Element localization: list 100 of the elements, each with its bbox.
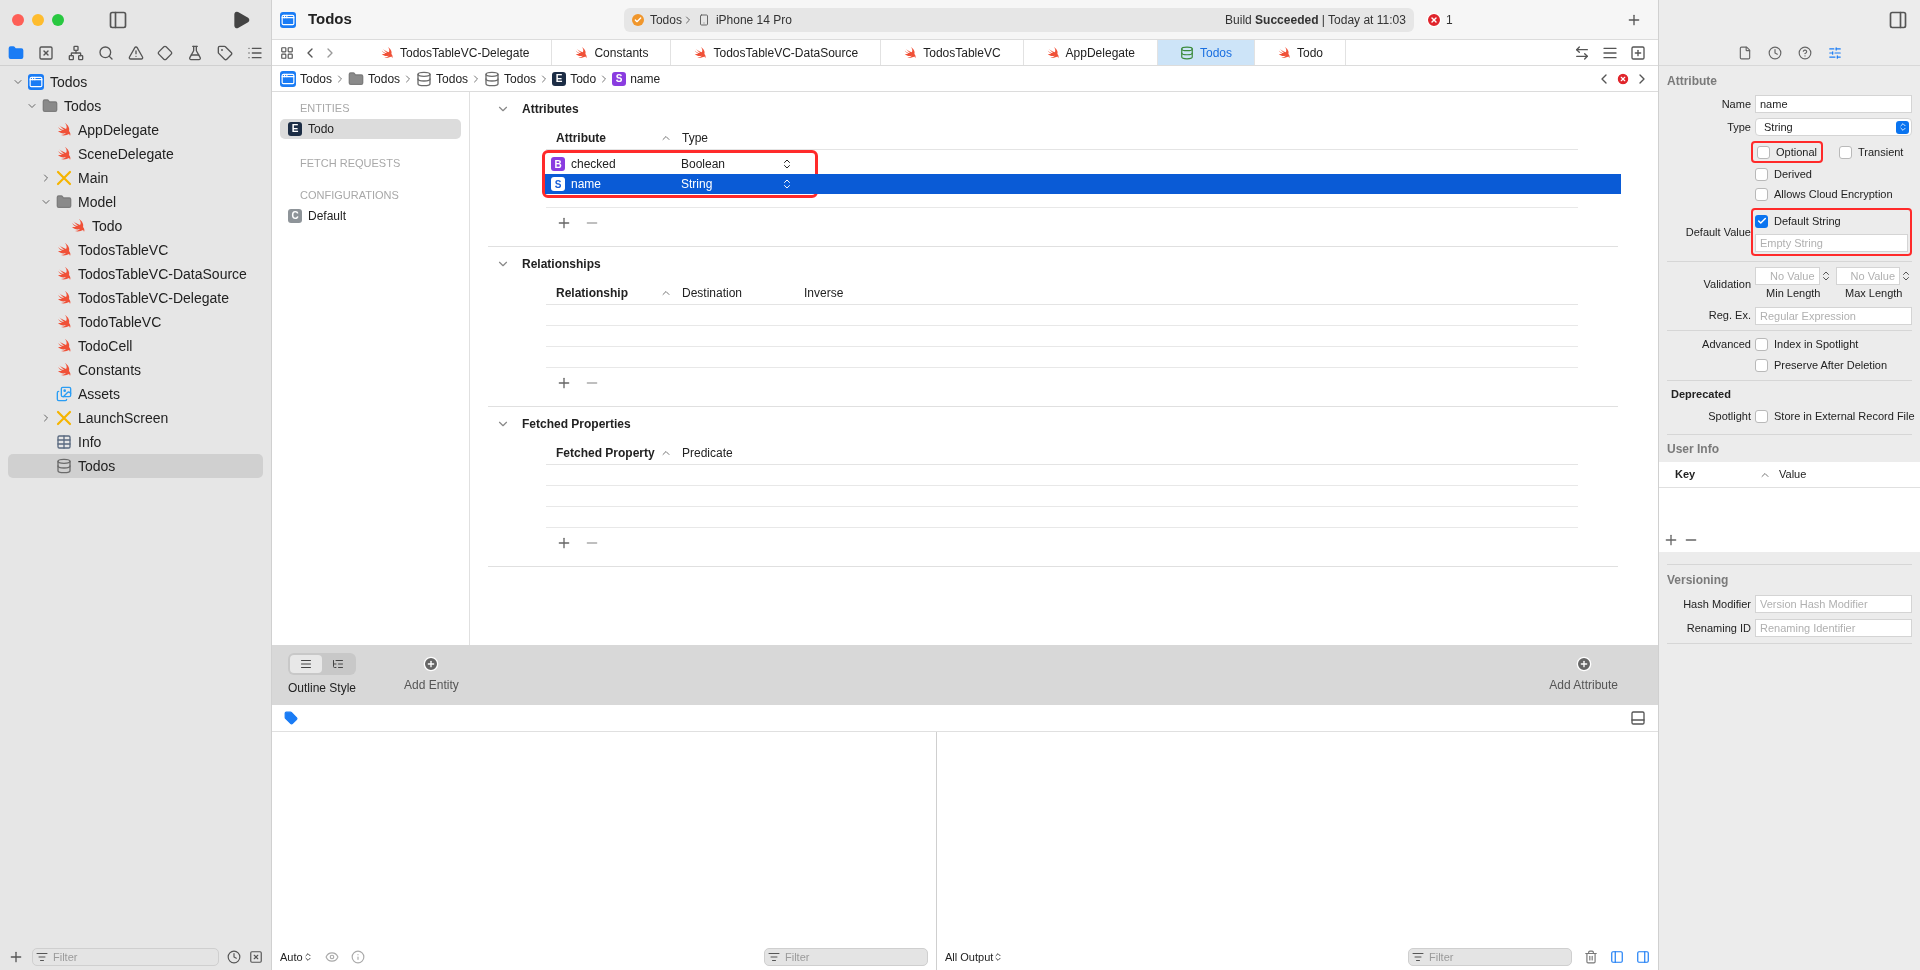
- inspector-toggle-icon[interactable]: [1888, 10, 1908, 30]
- info-icon[interactable]: [350, 950, 365, 964]
- navigator-item[interactable]: Todo: [8, 214, 263, 238]
- text-field[interactable]: Regular Expression: [1755, 306, 1912, 325]
- editor-tab[interactable]: TodosTableVC-Delegate: [358, 40, 553, 65]
- filter-field[interactable]: Filter: [32, 948, 219, 966]
- text-field[interactable]: Renaming Identifier: [1755, 619, 1912, 637]
- tag-icon[interactable]: [217, 44, 234, 61]
- type-popup[interactable]: Boolean: [671, 155, 793, 173]
- sidebar-toggle-icon[interactable]: [108, 10, 128, 30]
- stepper-icon[interactable]: [1900, 270, 1912, 282]
- navigator-item[interactable]: Todos: [8, 94, 263, 118]
- warning-icon[interactable]: [127, 44, 144, 61]
- editor-tab[interactable]: TodosTableVC-DataSource: [671, 40, 882, 65]
- add-icon[interactable]: [556, 535, 572, 551]
- column-header[interactable]: Fetched Property: [556, 443, 655, 462]
- navigator-item[interactable]: Model: [8, 190, 263, 214]
- navigator-item[interactable]: AppDelegate: [8, 118, 263, 142]
- filter-field[interactable]: Filter: [764, 948, 928, 966]
- checkbox[interactable]: [1839, 145, 1852, 159]
- text-field[interactable]: Version Hash Modifier: [1755, 595, 1912, 613]
- tag-icon[interactable]: [284, 711, 298, 725]
- device-name[interactable]: iPhone 14 Pro: [715, 10, 792, 29]
- add-icon[interactable]: [556, 215, 572, 231]
- checkbox[interactable]: [1757, 145, 1770, 159]
- breadcrumb-item[interactable]: Todos: [368, 69, 401, 88]
- column-header[interactable]: Type: [682, 128, 708, 147]
- scheme-icon[interactable]: [631, 13, 644, 26]
- entity-item[interactable]: C Default: [280, 205, 461, 226]
- file-icon[interactable]: [1737, 45, 1752, 60]
- add-icon[interactable]: [556, 375, 572, 391]
- right-panel-icon[interactable]: [1636, 950, 1650, 964]
- search-icon[interactable]: [97, 44, 114, 61]
- navigator-item[interactable]: Todos: [8, 70, 263, 94]
- breadcrumb-item[interactable]: name: [630, 69, 661, 88]
- left-panel-icon[interactable]: [1610, 950, 1624, 964]
- hierarchy-icon[interactable]: [67, 44, 84, 61]
- entity-item[interactable]: E Todo: [280, 118, 461, 139]
- trash-icon[interactable]: [1584, 950, 1598, 964]
- diamond-icon[interactable]: [157, 44, 174, 61]
- style-segment[interactable]: [290, 655, 322, 673]
- editor-tab[interactable]: TodosTableVC: [881, 40, 1024, 65]
- checkbox[interactable]: [1755, 167, 1768, 181]
- close-window-button[interactable]: [12, 14, 24, 26]
- eye-icon[interactable]: [324, 950, 339, 964]
- run-icon[interactable]: [231, 10, 251, 30]
- type-popup[interactable]: String: [671, 175, 793, 193]
- error-icon[interactable]: [1616, 71, 1630, 86]
- breadcrumb-item[interactable]: Todos: [504, 69, 537, 88]
- navigator-item[interactable]: Main: [8, 166, 263, 190]
- checkbox[interactable]: [1755, 214, 1768, 228]
- panel-icon[interactable]: [1630, 710, 1646, 726]
- column-header[interactable]: Relationship: [556, 283, 628, 302]
- column-header[interactable]: Inverse: [804, 283, 844, 302]
- navigator-item[interactable]: TodosTableVC-Delegate: [8, 286, 263, 310]
- navigator-item[interactable]: LaunchScreen: [8, 406, 263, 430]
- swap-arrows-icon[interactable]: [1574, 44, 1590, 61]
- navigator-item[interactable]: Info: [8, 430, 263, 454]
- text-field[interactable]: Empty String: [1755, 234, 1908, 252]
- type-popup[interactable]: String: [1755, 118, 1912, 136]
- sliders-icon[interactable]: [1827, 45, 1842, 60]
- scope-popup[interactable]: Auto: [280, 948, 313, 966]
- checkbox[interactable]: [1755, 187, 1768, 201]
- editor-tab[interactable]: Constants: [552, 40, 672, 65]
- navigator-item[interactable]: SceneDelegate: [8, 142, 263, 166]
- folder-icon[interactable]: [8, 44, 24, 61]
- x-box-icon[interactable]: [249, 950, 263, 964]
- flask-icon[interactable]: [187, 44, 204, 61]
- output-popup[interactable]: All Output: [945, 948, 1004, 966]
- add-entity-button[interactable]: Add Entity: [404, 656, 459, 694]
- navigator-item[interactable]: Assets: [8, 382, 263, 406]
- grid-icon[interactable]: [280, 45, 294, 60]
- editor-tab[interactable]: Todos: [1158, 40, 1255, 65]
- filter-field[interactable]: Filter: [1408, 948, 1572, 966]
- navigator-item[interactable]: TodoCell: [8, 334, 263, 358]
- scheme-target[interactable]: Todos: [649, 10, 682, 29]
- column-header[interactable]: Value: [1779, 466, 1807, 483]
- navigator-item[interactable]: Constants: [8, 358, 263, 382]
- navigator-item[interactable]: Todos: [8, 454, 263, 478]
- zoom-window-button[interactable]: [52, 14, 64, 26]
- breadcrumb-item[interactable]: Todo: [570, 69, 597, 88]
- navigator-item[interactable]: TodoTableVC: [8, 310, 263, 334]
- add-icon[interactable]: [1663, 532, 1679, 548]
- column-header[interactable]: Predicate: [682, 443, 733, 462]
- add-icon[interactable]: [8, 949, 24, 965]
- checkbox[interactable]: [1755, 338, 1768, 351]
- number-field[interactable]: No Value: [1835, 267, 1900, 285]
- help-icon[interactable]: [1797, 45, 1812, 60]
- breadcrumb-item[interactable]: Todos: [436, 69, 469, 88]
- column-header[interactable]: Attribute: [556, 128, 606, 147]
- checkbox[interactable]: [1755, 359, 1768, 372]
- clock-icon[interactable]: [1767, 45, 1782, 60]
- navigator-item[interactable]: TodosTableVC-DataSource: [8, 262, 263, 286]
- column-header[interactable]: Key: [1675, 466, 1759, 483]
- breadcrumb-item[interactable]: Todos: [300, 69, 333, 88]
- attribute-row[interactable]: S name String: [545, 174, 1621, 194]
- navigator-item[interactable]: TodosTableVC: [8, 238, 263, 262]
- column-header[interactable]: Destination: [682, 283, 743, 302]
- x-box-icon[interactable]: [37, 44, 54, 61]
- add-attribute-button[interactable]: Add Attribute: [1549, 656, 1618, 694]
